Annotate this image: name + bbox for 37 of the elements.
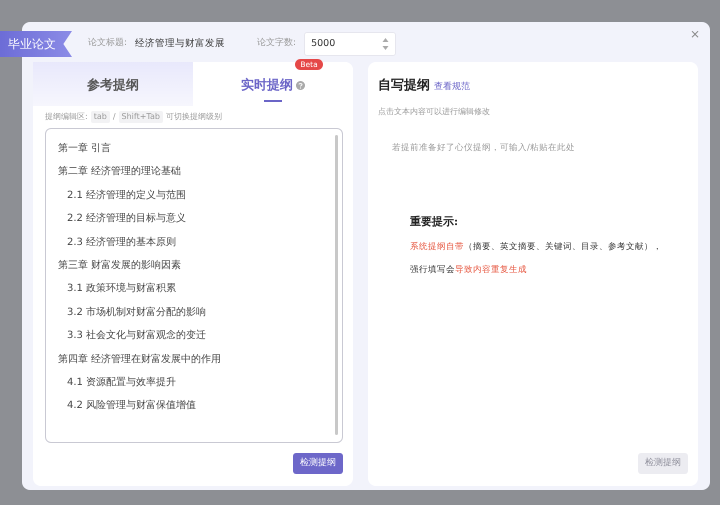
word-count-label: 论文字数: (257, 37, 296, 50)
section-line[interactable]: 3.1 政策环境与财富积累 (58, 277, 342, 301)
section-line[interactable]: 2.1 经济管理的定义与范围 (58, 184, 342, 208)
notice-title: 重要提示: (410, 214, 460, 230)
chapter-line[interactable]: 第二章 经济管理的理论基础 (58, 160, 342, 184)
hint-text: 提纲编辑区: (45, 111, 88, 123)
guideline-link[interactable]: 查看规范 (434, 81, 470, 94)
spinner-icon[interactable] (382, 37, 390, 51)
tab-underline (264, 100, 282, 102)
chapter-line[interactable]: 第一章 引言 (58, 137, 342, 160)
hint-text: / (112, 111, 116, 123)
panel-title: 自写提纲 (378, 77, 430, 95)
word-count-field[interactable]: 5000 (304, 32, 396, 56)
scrollbar[interactable] (335, 135, 338, 435)
key-hint: Shift+Tab (118, 111, 163, 123)
panel-subtitle: 点击文本内容可以进行编辑修改 (378, 106, 491, 118)
section-line[interactable]: 4.2 风险管理与财富保值增值 (58, 394, 342, 418)
section-line[interactable]: 3.2 市场机制对财富分配的影响 (58, 300, 342, 324)
title-value: 经济管理与财富发展 (135, 36, 226, 51)
check-outline-button[interactable]: 检测提纲 (293, 452, 343, 474)
section-line[interactable]: 2.3 经济管理的基本原则 (58, 230, 342, 254)
chapter-line[interactable]: 第三章 财富发展的影响因素 (58, 254, 342, 278)
notice-text: 强行填写会 (410, 264, 455, 274)
section-line[interactable]: 4.1 资源配置与效率提升 (58, 370, 342, 394)
help-icon[interactable] (296, 80, 305, 90)
outline-editor[interactable]: 第一章 引言 第二章 经济管理的理论基础 2.1 经济管理的定义与范围 2.2 经济管理的目标与意义 2.3 经济管理的基本原则 第三章 财富发展的影响因素 3.1 政策环境与财富积累 3.2 市场机制对财富分配的影响 3.3 社会文化与财富观念的变迁 第四章 经济管理在财富发展中的作用 4.1 资源配置与效率提升 4.2 风险管理与财富保值增值 (45, 128, 343, 442)
key-hint: tab (90, 111, 110, 123)
hint-text: 可切换提纲级别 (166, 111, 222, 123)
section-line[interactable]: 2.2 经济管理的目标与意义 (58, 207, 342, 231)
warning-text: 导致内容重复生成 (455, 264, 527, 274)
title-label: 论文标题: (88, 37, 128, 50)
notice-text: （摘要、英文摘要、关键词、目录、参考文献）， (464, 242, 662, 252)
chapter-line[interactable]: 第四章 经济管理在财富发展中的作用 (58, 348, 342, 371)
tab[interactable]: 参考提纲 (33, 62, 193, 106)
category-ribbon: 毕业论文 (0, 31, 72, 57)
section-line[interactable]: 3.3 社会文化与财富观念的变迁 (58, 324, 342, 348)
warning-text: 系统提纲自带 (410, 242, 464, 252)
